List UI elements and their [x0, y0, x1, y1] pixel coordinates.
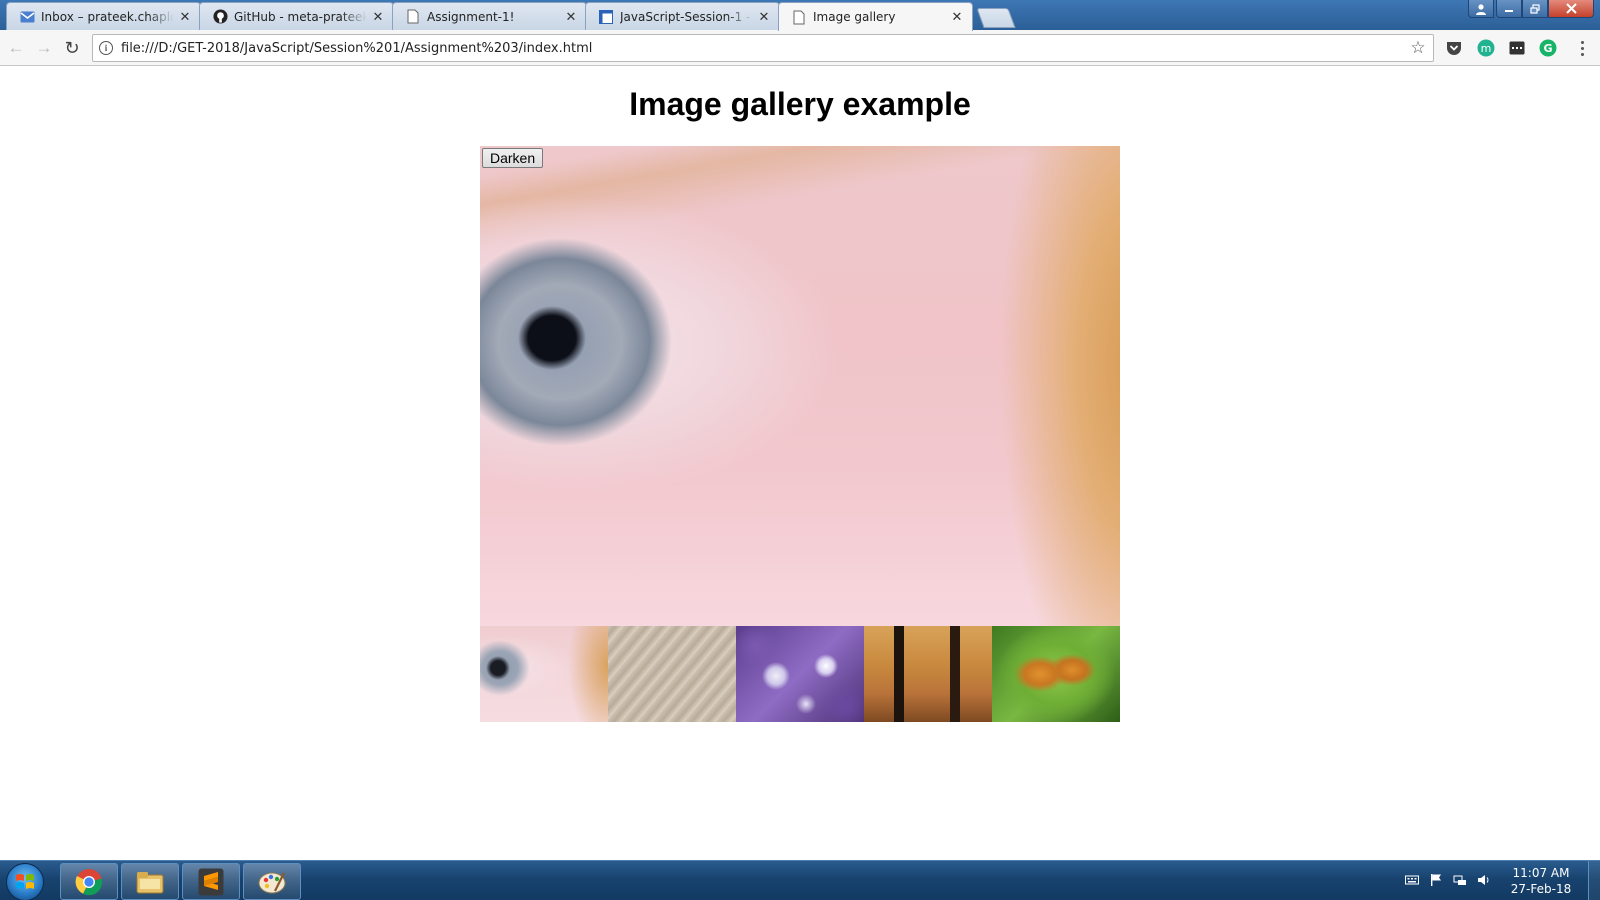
- tab-title: Inbox – prateek.chaplot@: [41, 9, 174, 24]
- chrome-menu-icon[interactable]: [1574, 37, 1590, 59]
- page-icon: [405, 9, 421, 25]
- sublime-text-icon[interactable]: [182, 863, 240, 900]
- close-icon[interactable]: ✕: [371, 9, 385, 25]
- reload-icon[interactable]: ↻: [60, 36, 84, 60]
- file-explorer-icon[interactable]: [121, 863, 179, 900]
- darken-button[interactable]: Darken: [482, 148, 544, 168]
- system-clock[interactable]: 11:07 AM 27-Feb-18: [1506, 865, 1576, 897]
- clock-time: 11:07 AM: [1512, 866, 1570, 880]
- close-icon[interactable]: ✕: [564, 9, 578, 25]
- forward-arrow-icon[interactable]: →: [32, 36, 56, 60]
- user-profile-icon[interactable]: [1468, 0, 1494, 18]
- close-icon[interactable]: ✕: [757, 9, 771, 25]
- clock-date: 27-Feb-18: [1510, 882, 1572, 896]
- tab-title: Assignment-1!: [427, 9, 515, 24]
- flowers-thumbnail[interactable]: [736, 626, 864, 722]
- windows-taskbar: 11:07 AM 27-Feb-18: [0, 860, 1600, 900]
- dashlane-icon[interactable]: [1507, 38, 1527, 58]
- keyboard-icon[interactable]: [1405, 873, 1419, 887]
- action-center-flag-icon[interactable]: [1429, 873, 1443, 887]
- show-desktop-button[interactable]: [1588, 861, 1600, 900]
- grammarly-icon[interactable]: G: [1538, 38, 1558, 58]
- close-icon[interactable]: ✕: [178, 9, 192, 25]
- window-controls: [1468, 0, 1594, 18]
- address-bar[interactable]: i file:///D:/GET-2018/JavaScript/Session…: [92, 34, 1434, 62]
- butterfly-thumbnail[interactable]: [992, 626, 1120, 722]
- page-title: Image gallery example: [629, 86, 971, 122]
- start-button[interactable]: [6, 863, 44, 900]
- tab-github[interactable]: GitHub - meta-prateek-c ✕: [199, 2, 394, 30]
- network-icon[interactable]: [1453, 873, 1467, 887]
- page-icon: [791, 9, 807, 25]
- close-icon[interactable]: ✕: [950, 9, 964, 25]
- tab-javascript-session[interactable]: JavaScript-Session-1 - G ✕: [585, 2, 780, 30]
- back-arrow-icon[interactable]: ←: [4, 36, 28, 60]
- volume-icon[interactable]: [1477, 873, 1491, 887]
- tab-title: JavaScript-Session-1 - G: [620, 9, 753, 24]
- gmail-inbox-icon: [19, 9, 35, 25]
- restore-button[interactable]: [1522, 0, 1548, 18]
- tab-image-gallery[interactable]: Image gallery ✕: [778, 2, 973, 31]
- tab-strip: Inbox – prateek.chaplot@ ✕ GitHub - meta…: [0, 0, 1600, 31]
- svg-text:m: m: [1481, 42, 1492, 55]
- bookmark-star-icon[interactable]: ☆: [1403, 38, 1433, 58]
- chrome-icon[interactable]: [60, 863, 118, 900]
- windows-logo-icon: [16, 874, 34, 889]
- paint-icon[interactable]: [243, 863, 301, 900]
- displayed-image: Darken: [480, 146, 1120, 626]
- tab-inbox[interactable]: Inbox – prateek.chaplot@ ✕: [6, 2, 201, 30]
- thumbnail-bar: [480, 626, 1120, 722]
- site-info-icon[interactable]: i: [99, 41, 113, 55]
- new-tab-button[interactable]: [976, 8, 1016, 28]
- tab-assignment[interactable]: Assignment-1! ✕: [392, 2, 587, 30]
- tab-title: Image gallery: [813, 10, 896, 24]
- github-icon: [212, 9, 228, 25]
- svg-text:G: G: [1543, 42, 1552, 55]
- url-text[interactable]: file:///D:/GET-2018/JavaScript/Session%2…: [121, 41, 1403, 56]
- minimize-button[interactable]: [1496, 0, 1522, 18]
- browser-toolbar: ← → ↻ i file:///D:/GET-2018/JavaScript/S…: [0, 30, 1600, 66]
- egyptian-art-thumbnail[interactable]: [864, 626, 992, 722]
- pocket-icon[interactable]: [1444, 38, 1464, 58]
- tab-title: GitHub - meta-prateek-c: [234, 9, 367, 24]
- system-tray: [1405, 873, 1491, 887]
- rock-thumbnail[interactable]: [608, 626, 736, 722]
- docs-icon: [598, 9, 614, 25]
- mercury-reader-icon[interactable]: m: [1476, 38, 1496, 58]
- close-window-button[interactable]: [1548, 0, 1594, 18]
- image-gallery: Darken: [480, 146, 1120, 722]
- eye-thumbnail[interactable]: [480, 626, 608, 722]
